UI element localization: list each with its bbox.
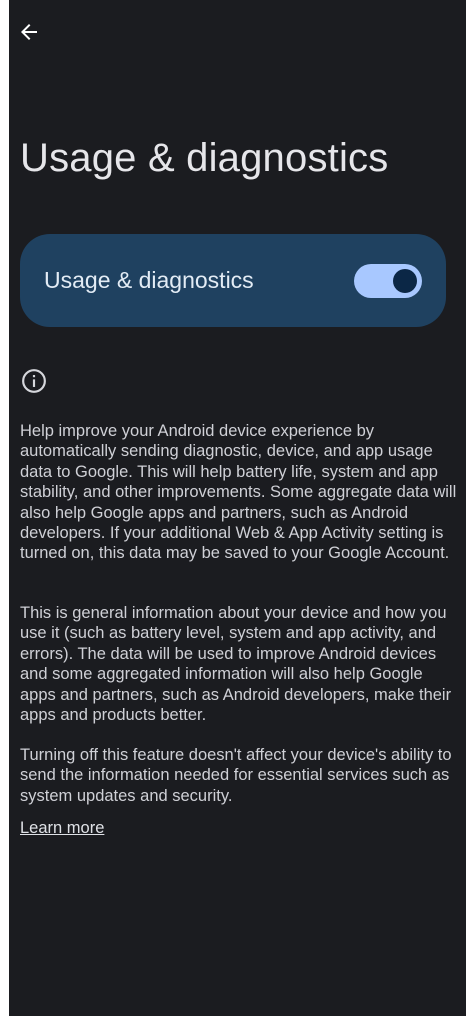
back-button[interactable] — [11, 14, 47, 50]
arrow-back-icon — [21, 24, 37, 40]
learn-more-link[interactable]: Learn more — [20, 818, 104, 838]
description-paragraph-2: This is general information about your d… — [20, 604, 452, 725]
page-title: Usage & diagnostics — [20, 136, 389, 180]
settings-screen: Usage & diagnostics Usage & diagnostics … — [9, 0, 466, 1016]
toggle-label: Usage & diagnostics — [44, 267, 254, 293]
usage-diagnostics-toggle-row[interactable]: Usage & diagnostics — [20, 234, 446, 327]
info-icon — [22, 369, 46, 393]
description-paragraph-1: Help improve your Android device experie… — [20, 422, 457, 563]
switch-thumb — [393, 268, 417, 293]
description-paragraph-3: Turning off this feature doesn't affect … — [20, 746, 452, 805]
usage-diagnostics-switch[interactable] — [354, 263, 422, 298]
